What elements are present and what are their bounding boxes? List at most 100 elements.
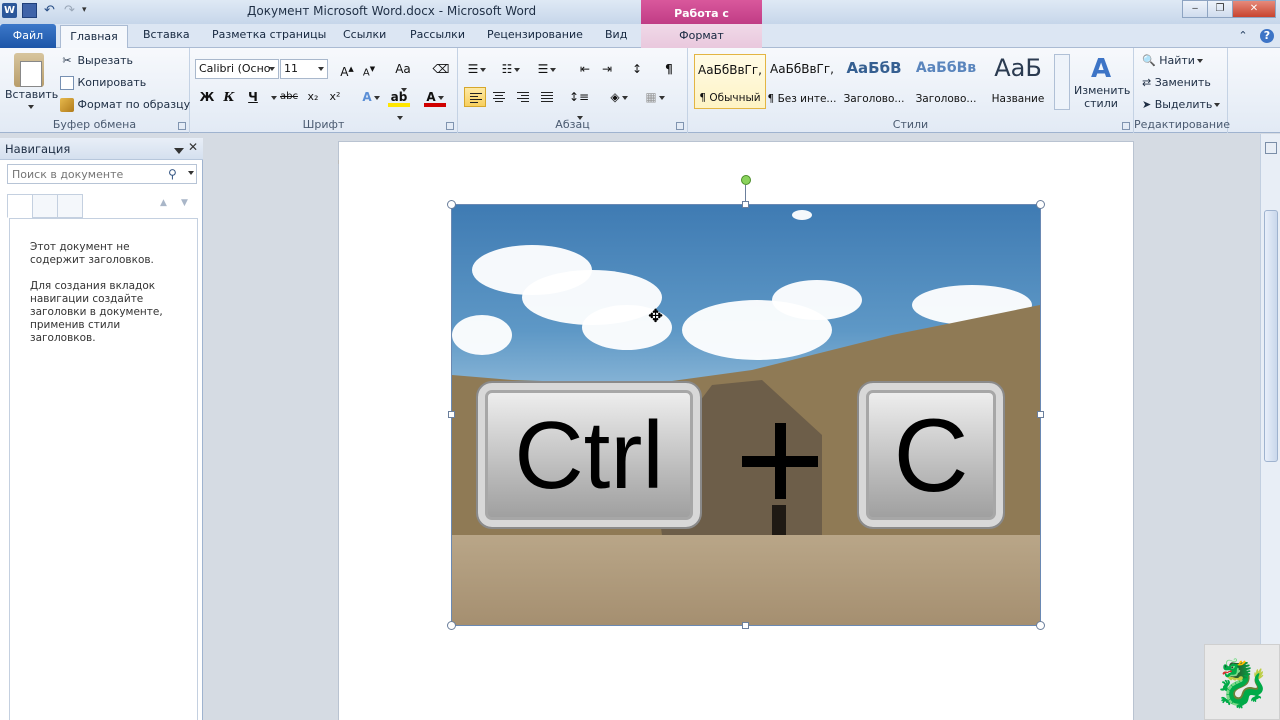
- strikethrough-button[interactable]: abc: [278, 87, 300, 107]
- ruler-toggle-icon[interactable]: [1265, 142, 1277, 154]
- grow-font-button[interactable]: A▲: [336, 59, 358, 79]
- align-right-button[interactable]: [512, 87, 534, 107]
- format-painter-button[interactable]: Формат по образцу: [60, 98, 190, 112]
- highlight-button[interactable]: ab: [388, 87, 410, 120]
- resize-handle-top-right[interactable]: [1036, 200, 1045, 209]
- nav-up-arrow-icon[interactable]: ▲: [160, 198, 167, 208]
- bold-button[interactable]: Ж: [196, 87, 218, 107]
- style-title[interactable]: АаБ Название: [982, 54, 1054, 109]
- select-button[interactable]: ➤ Выделить: [1142, 98, 1221, 111]
- nav-close-icon[interactable]: ✕: [188, 140, 198, 154]
- sort-button[interactable]: ↕: [626, 59, 648, 79]
- font-group-label: Шрифт: [302, 118, 345, 131]
- align-left-button[interactable]: [464, 87, 486, 107]
- resize-handle-top[interactable]: [742, 201, 749, 208]
- close-button[interactable]: ✕: [1232, 0, 1276, 18]
- style-preview: АаБбВ: [846, 59, 902, 77]
- font-size-combo[interactable]: 11: [280, 59, 328, 79]
- shrink-font-button[interactable]: A▼: [358, 59, 380, 79]
- tab-mailings[interactable]: Рассылки: [410, 28, 465, 41]
- dragon-logo-icon: 🐉: [1204, 644, 1280, 720]
- borders-button[interactable]: ▦: [644, 87, 666, 107]
- minimize-button[interactable]: ‒: [1182, 0, 1208, 18]
- font-launcher-icon[interactable]: [446, 122, 454, 130]
- decrease-indent-button[interactable]: ⇤: [574, 59, 596, 79]
- font-color-button[interactable]: A: [424, 87, 446, 107]
- change-styles-button[interactable]: A Изменить стили: [1074, 54, 1130, 110]
- save-icon[interactable]: [22, 3, 37, 18]
- maximize-button[interactable]: ❐: [1207, 0, 1233, 18]
- paste-icon[interactable]: [14, 53, 44, 87]
- subscript-button[interactable]: x₂: [302, 87, 324, 107]
- style-normal[interactable]: АаБбВвГг, ¶ Обычный: [694, 54, 766, 109]
- resize-handle-left[interactable]: [448, 411, 455, 418]
- styles-launcher-icon[interactable]: [1122, 122, 1130, 130]
- style-no-spacing[interactable]: АаБбВвГг, ¶ Без инте...: [766, 54, 838, 109]
- nav-header: Навигация ✕: [0, 138, 203, 160]
- resize-handle-top-left[interactable]: [447, 200, 456, 209]
- clipboard-launcher-icon[interactable]: [178, 122, 186, 130]
- resize-handle-bottom-right[interactable]: [1036, 621, 1045, 630]
- paragraph-launcher-icon[interactable]: [676, 122, 684, 130]
- change-case-button[interactable]: Aa: [392, 59, 414, 92]
- vertical-scrollbar[interactable]: [1260, 134, 1280, 720]
- undo-icon[interactable]: ↶: [42, 3, 57, 18]
- pages-view-tab[interactable]: [32, 194, 58, 218]
- scrollbar-thumb[interactable]: [1264, 210, 1278, 462]
- cut-button[interactable]: ✂ Вырезать: [60, 54, 133, 68]
- increase-indent-button[interactable]: ⇥: [596, 59, 618, 79]
- style-heading-1[interactable]: АаБбВ Заголово...: [838, 54, 910, 109]
- redo-icon[interactable]: ↷: [62, 3, 77, 18]
- quick-access-toolbar: W ↶ ↷ ▾: [2, 3, 97, 18]
- nav-title: Навигация: [5, 142, 71, 156]
- resize-handle-bottom-left[interactable]: [447, 621, 456, 630]
- search-dropdown-icon[interactable]: [186, 166, 194, 179]
- numbering-button[interactable]: ☷: [500, 59, 522, 79]
- superscript-button[interactable]: x²: [324, 87, 346, 107]
- line-spacing-button[interactable]: ↕≡: [568, 87, 590, 120]
- justify-button[interactable]: [536, 87, 558, 107]
- collapse-ribbon-icon[interactable]: ⌃: [1236, 29, 1250, 43]
- nav-options-icon[interactable]: [172, 144, 184, 157]
- underline-button[interactable]: Ч: [242, 87, 264, 107]
- styles-gallery-scroll[interactable]: [1054, 54, 1070, 110]
- align-center-button[interactable]: [488, 87, 510, 107]
- rotation-handle[interactable]: [741, 175, 751, 185]
- search-icon[interactable]: ⚲: [168, 167, 177, 181]
- customize-toolbar-icon[interactable]: ▾: [82, 3, 97, 18]
- tab-view[interactable]: Вид: [605, 28, 627, 41]
- resize-handle-right[interactable]: [1037, 411, 1044, 418]
- help-icon[interactable]: ?: [1260, 29, 1274, 43]
- italic-button[interactable]: К: [218, 87, 240, 107]
- bullets-button[interactable]: ☰: [466, 59, 488, 79]
- styles-gallery: АаБбВвГг, ¶ Обычный АаБбВвГг, ¶ Без инте…: [692, 54, 1050, 110]
- tab-insert[interactable]: Вставка: [143, 28, 190, 41]
- resize-handle-bottom[interactable]: [742, 622, 749, 629]
- tab-file[interactable]: Файл: [0, 24, 56, 48]
- shading-button[interactable]: ◈: [608, 87, 630, 107]
- tab-home[interactable]: Главная: [60, 25, 128, 49]
- style-name: Заголово...: [915, 93, 977, 105]
- text-effects-button[interactable]: A: [360, 87, 382, 107]
- nav-down-arrow-icon[interactable]: ▼: [181, 198, 188, 208]
- tab-references[interactable]: Ссылки: [343, 28, 386, 41]
- headings-view-tab[interactable]: [7, 194, 33, 218]
- tab-review[interactable]: Рецензирование: [487, 28, 583, 41]
- font-name-combo[interactable]: Calibri (Осно: [195, 59, 279, 79]
- replace-button[interactable]: ⇄ Заменить: [1142, 76, 1211, 89]
- tab-icons: ⌃ ?: [1236, 29, 1274, 43]
- style-heading-2[interactable]: АаБбВв Заголово...: [910, 54, 982, 109]
- find-button[interactable]: 🔍 Найти: [1142, 54, 1203, 67]
- tab-page-layout[interactable]: Разметка страницы: [212, 28, 326, 41]
- results-view-tab[interactable]: [57, 194, 83, 218]
- style-preview: АаБбВв: [915, 60, 977, 76]
- multilevel-list-button[interactable]: ☰: [536, 59, 558, 79]
- tab-picture-format[interactable]: Формат: [641, 24, 762, 48]
- show-marks-button[interactable]: ¶: [658, 59, 680, 79]
- clear-formatting-icon[interactable]: ⌫: [430, 59, 452, 79]
- paste-dropdown-icon[interactable]: [26, 100, 34, 113]
- nav-search-input[interactable]: [8, 165, 158, 183]
- copy-button[interactable]: Копировать: [60, 76, 146, 90]
- paragraph-group-label: Абзац: [555, 118, 590, 131]
- word-app-icon[interactable]: W: [2, 3, 17, 18]
